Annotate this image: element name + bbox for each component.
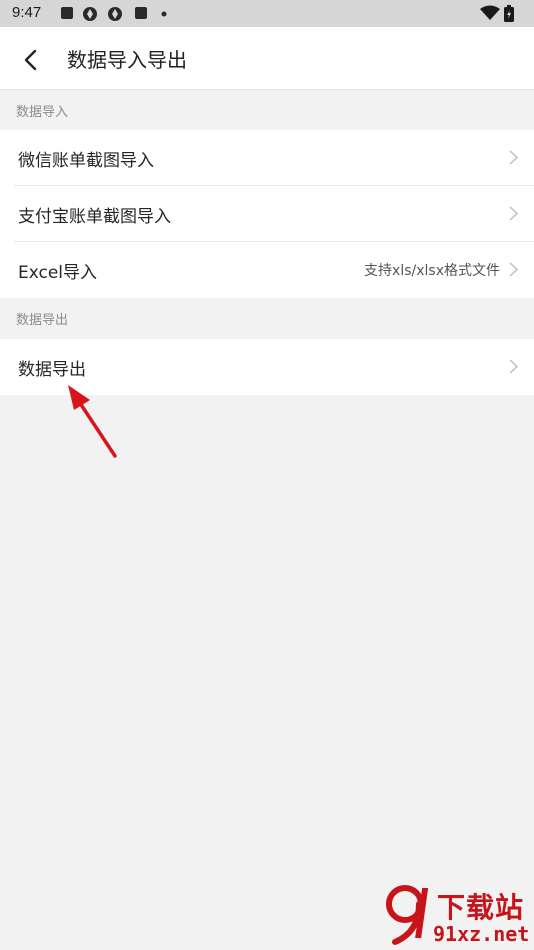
status-time: 9:47 xyxy=(12,4,42,21)
square-notification-icon xyxy=(61,7,73,19)
chevron-right-icon xyxy=(509,150,518,165)
battery-icon xyxy=(504,5,514,22)
square-notification-icon-2 xyxy=(135,7,147,19)
watermark: 下载站 91xz.net xyxy=(385,880,534,950)
watermark-cn-text: 下载站 xyxy=(437,891,525,924)
list-item-hint: 支持xls/xlsx格式文件 xyxy=(364,263,500,279)
chevron-right-icon xyxy=(509,359,518,374)
section-title-import: 数据导入 xyxy=(16,105,69,120)
section-header-export: 数据导出 xyxy=(0,298,534,338)
annotation-arrow-icon xyxy=(68,385,117,458)
chevron-right-icon xyxy=(509,262,518,277)
list-item-label: 支付宝账单截图导入 xyxy=(18,207,171,227)
status-bar: 9:47 xyxy=(0,0,534,27)
shield-notification-icon-2 xyxy=(108,7,122,21)
back-arrow-icon xyxy=(24,49,37,71)
list-item-label: 数据导出 xyxy=(18,360,86,380)
app-bar: 数据导入导出 xyxy=(0,27,534,90)
back-button[interactable] xyxy=(14,41,50,77)
page-title: 数据导入导出 xyxy=(67,48,187,72)
list-item-alipay-import[interactable]: 支付宝账单截图导入 xyxy=(0,186,534,242)
list-item-label: 微信账单截图导入 xyxy=(18,151,154,171)
dot-notification-icon xyxy=(161,11,167,17)
watermark-en-text: 91xz.net xyxy=(433,922,530,946)
list-item-excel-import[interactable]: Excel导入 支持xls/xlsx格式文件 xyxy=(0,242,534,298)
list-item-wechat-import[interactable]: 微信账单截图导入 xyxy=(0,130,534,186)
wifi-icon xyxy=(480,5,500,20)
shield-notification-icon xyxy=(83,7,97,21)
list-item-label: Excel导入 xyxy=(18,263,98,283)
chevron-right-icon xyxy=(509,206,518,221)
watermark-logo-icon xyxy=(386,885,429,945)
section-title-export: 数据导出 xyxy=(16,313,69,328)
section-header-import: 数据导入 xyxy=(0,90,534,130)
